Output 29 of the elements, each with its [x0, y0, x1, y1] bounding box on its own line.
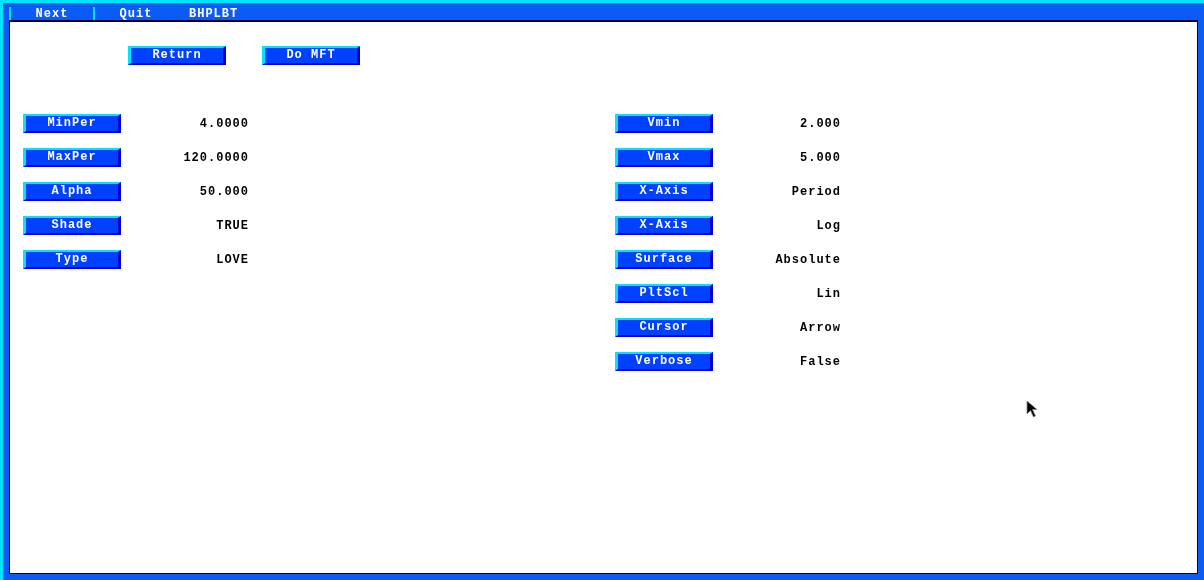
action-button[interactable]: Return [128, 46, 226, 65]
parameter-value: 120.0000 [183, 150, 249, 165]
parameter-button[interactable]: Type [23, 250, 121, 269]
parameter-button[interactable]: X-Axis [615, 216, 713, 235]
parameter-value: False [800, 354, 841, 369]
parameter-button[interactable]: Vmin [615, 114, 713, 133]
parameter-value: Log [816, 218, 841, 233]
parameter-button[interactable]: Cursor [615, 318, 713, 337]
parameter-button[interactable]: Shade [23, 216, 121, 235]
parameter-value: 50.000 [199, 184, 249, 199]
parameter-button[interactable]: PltScl [615, 284, 713, 303]
parameter-button[interactable]: MaxPer [23, 148, 121, 167]
parameter-button[interactable]: MinPer [23, 114, 121, 133]
parameter-value: 4.0000 [199, 116, 249, 131]
parameter-value: LOVE [216, 252, 249, 267]
parameter-button[interactable]: Alpha [23, 182, 121, 201]
parameter-button[interactable]: Vmax [615, 148, 713, 167]
parameter-value: 5.000 [800, 150, 841, 165]
parameter-value: 2.000 [800, 116, 841, 131]
parameter-value: Absolute [775, 252, 841, 267]
parameter-value: Arrow [800, 320, 841, 335]
window-title: BHPLBT [188, 7, 239, 20]
action-button[interactable]: Do MFT [262, 46, 360, 65]
parameter-value: Period [791, 184, 841, 199]
parameter-value: TRUE [216, 218, 249, 233]
parameter-value: Lin [816, 286, 841, 301]
parameter-button[interactable]: X-Axis [615, 182, 713, 201]
parameter-button[interactable]: Surface [615, 250, 713, 269]
parameter-button[interactable]: Verbose [615, 352, 713, 371]
